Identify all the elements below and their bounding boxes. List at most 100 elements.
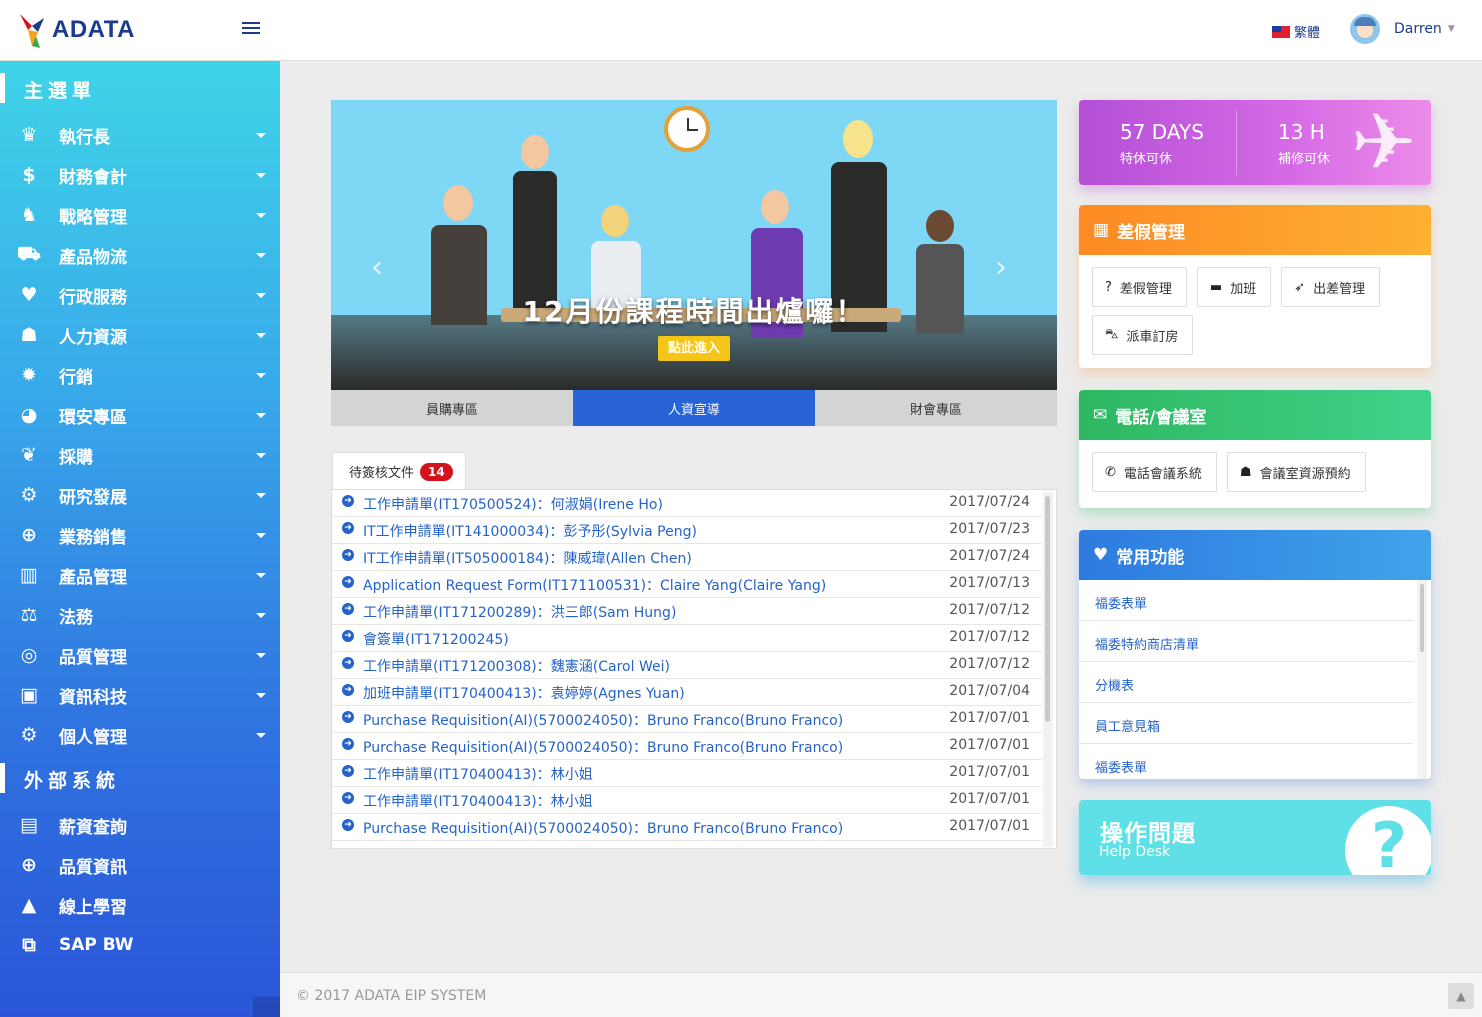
document-link[interactable]: 加班申請單(IT170400413)：袁婷婷(Agnes Yuan) bbox=[363, 683, 685, 703]
document-link[interactable]: IT工作申請單(IT505000184)：陳威瑋(Allen Chen) bbox=[363, 548, 692, 568]
carousel-prev-icon[interactable]: ‹ bbox=[371, 250, 383, 285]
document-date: 2017/07/01 bbox=[949, 737, 1030, 753]
sidebar-collapse-button[interactable] bbox=[253, 997, 280, 1017]
user-menu[interactable]: Darren ▼ bbox=[1350, 14, 1455, 44]
document-row[interactable]: ➜ Purchase Requisition(AI)(5700024050)：Br… bbox=[332, 814, 1042, 841]
back-to-top-button[interactable]: ▲ bbox=[1448, 983, 1474, 1009]
favorite-link[interactable]: 福委表單 bbox=[1079, 744, 1413, 779]
taiwan-flag-icon bbox=[1272, 25, 1290, 38]
document-link[interactable]: 工作申請單(IT171200308)：魏憲涵(Carol Wei) bbox=[363, 656, 670, 676]
caret-down-icon bbox=[256, 293, 266, 298]
carousel-tab[interactable]: 人資宣導 bbox=[573, 390, 815, 426]
button-car[interactable]: ⛍ 派車訂房 bbox=[1092, 315, 1194, 355]
phone-icon: ✆ bbox=[1105, 464, 1116, 480]
banner-carousel[interactable]: ‹ › 12月份課程時間出爐囉！ 點此進入 bbox=[331, 100, 1057, 390]
document-date: 2017/07/04 bbox=[949, 683, 1030, 699]
arrow-circle-right-icon: ➜ bbox=[342, 549, 354, 561]
document-row[interactable]: ➜ Purchase Requisition(AI)(5700024050)：Br… bbox=[332, 733, 1042, 760]
document-row[interactable]: ➜ Application Request Form(IT171100531)：C… bbox=[332, 571, 1042, 598]
footer: © 2017 ADATA EIP SYSTEM bbox=[280, 972, 1482, 1017]
chess-knight-icon: ♞ bbox=[20, 204, 38, 226]
sidebar-item[interactable]: ▤ 薪資查詢 bbox=[0, 805, 280, 845]
document-link[interactable]: Purchase Requisition(AI)(5700024050)：Bru… bbox=[363, 737, 843, 757]
sidebar-item[interactable]: ⊕ 品質資訊 bbox=[0, 845, 280, 885]
document-date: 2017/07/24 bbox=[949, 548, 1030, 564]
sidebar-item[interactable]: ⚖ 法務 bbox=[0, 595, 280, 635]
sidebar-item-label: 業務銷售 bbox=[59, 527, 127, 548]
tab-pending-documents[interactable]: 待簽核文件 14 bbox=[332, 452, 466, 490]
sidebar-item[interactable]: ⧉ SAP BW bbox=[0, 925, 280, 965]
sidebar-item[interactable]: ☗ 人力資源 bbox=[0, 315, 280, 355]
sidebar-item[interactable]: ♥ 行政服務 bbox=[0, 275, 280, 315]
sidebar-item-label: 執行長 bbox=[59, 127, 110, 148]
favorite-link[interactable]: 員工意見箱 bbox=[1079, 703, 1413, 744]
document-row[interactable]: ➜ 工作申請單(IT171200308)：魏憲涵(Carol Wei) 2017/0… bbox=[332, 652, 1042, 679]
carousel-tab[interactable]: 員購專區 bbox=[331, 390, 573, 426]
sidebar-item[interactable]: ◎ 品質管理 bbox=[0, 635, 280, 675]
document-row[interactable]: ➜ 會簽單(IT171200245) 2017/07/12 bbox=[332, 625, 1042, 652]
button-label: 出差管理 bbox=[1313, 281, 1366, 297]
sidebar-item-label: 產品物流 bbox=[59, 247, 127, 268]
arrow-circle-right-icon: ➜ bbox=[342, 657, 354, 669]
sidebar-item[interactable]: ❦ 採購 bbox=[0, 435, 280, 475]
favorite-link[interactable]: 福委特約商店清單 bbox=[1079, 621, 1413, 662]
card-title: 差假管理 bbox=[1117, 222, 1186, 243]
sidebar-item[interactable]: ♛ 執行長 bbox=[0, 115, 280, 155]
carousel-tab[interactable]: 財會專區 bbox=[815, 390, 1057, 426]
sidebar-item[interactable]: ▣ 資訊科技 bbox=[0, 675, 280, 715]
card-title: 常用功能 bbox=[1116, 547, 1185, 568]
users-icon: ☗ bbox=[20, 324, 38, 346]
document-link[interactable]: Purchase Requisition(AI)(5700024050)：Bru… bbox=[363, 818, 843, 838]
sidebar-item[interactable]: ⚙ 研究發展 bbox=[0, 475, 280, 515]
sidebar-item[interactable]: ⛟ 產品物流 bbox=[0, 235, 280, 275]
banner-title: 12月份課程時間出爐囉！ bbox=[522, 295, 866, 328]
carousel-next-icon[interactable]: › bbox=[995, 250, 1007, 285]
button-rocket[interactable]: ➶ 出差管理 bbox=[1281, 267, 1381, 307]
copyright: © 2017 ADATA EIP SYSTEM bbox=[296, 988, 487, 1004]
document-link[interactable]: 工作申請單(IT170400413)：林小姐 bbox=[363, 764, 593, 784]
sidebar-item[interactable]: ◕ 環安專區 bbox=[0, 395, 280, 435]
document-row[interactable]: ➜ 工作申請單(IT170400413)：林小姐 2017/07/01 bbox=[332, 787, 1042, 814]
button-briefcase[interactable]: ▬ 加班 bbox=[1196, 267, 1272, 307]
adata-logo[interactable]: ADATA bbox=[18, 8, 135, 52]
caret-down-icon bbox=[256, 533, 266, 538]
sidebar-item[interactable]: ⚙ 個人管理 bbox=[0, 715, 280, 755]
document-link[interactable]: 工作申請單(IT170500524)：何淑娟(Irene Ho) bbox=[363, 494, 663, 514]
windows-icon: ⧉ bbox=[22, 934, 36, 956]
sidebar-item[interactable]: ▲ 線上學習 bbox=[0, 885, 280, 925]
button-phone[interactable]: ✆ 電話會議系統 bbox=[1092, 452, 1217, 492]
help-desk-card[interactable]: 操作問題 Help Desk ? bbox=[1079, 800, 1431, 875]
sidebar-item[interactable]: ✹ 行銷 bbox=[0, 355, 280, 395]
document-row[interactable]: ➜ 工作申請單(IT170500524)：何淑娟(Irene Ho) 2017/07… bbox=[332, 490, 1042, 517]
favorites-scrollbar[interactable] bbox=[1417, 580, 1427, 779]
document-link[interactable]: 會簽單(IT171200245) bbox=[363, 629, 509, 649]
graduation-cap-icon: ▲ bbox=[21, 894, 37, 916]
document-row[interactable]: ➜ IT工作申請單(IT141000034)：彭予彤(Sylvia Peng) 20… bbox=[332, 517, 1042, 544]
sidebar-item[interactable]: ▥ 產品管理 bbox=[0, 555, 280, 595]
banner-enter-button[interactable]: 點此進入 bbox=[658, 336, 730, 361]
document-link[interactable]: IT工作申請單(IT141000034)：彭予彤(Sylvia Peng) bbox=[363, 521, 697, 541]
document-row[interactable]: ➜ IT工作申請單(IT505000184)：陳威瑋(Allen Chen) 201… bbox=[332, 544, 1042, 571]
sidebar-item[interactable]: $ 財務會計 bbox=[0, 155, 280, 195]
document-link[interactable]: Application Request Form(IT171100531)：Cl… bbox=[363, 575, 826, 595]
clock-illustration bbox=[664, 106, 710, 152]
favorite-link[interactable]: 福委表單 bbox=[1079, 580, 1413, 621]
documents-scrollbar[interactable] bbox=[1043, 492, 1053, 847]
button-users[interactable]: ☗ 會議室資源預約 bbox=[1226, 452, 1366, 492]
document-row[interactable]: ➜ 加班申請單(IT170400413)：袁婷婷(Agnes Yuan) 2017/… bbox=[332, 679, 1042, 706]
sidebar-item[interactable]: ⊕ 業務銷售 bbox=[0, 515, 280, 555]
document-link[interactable]: Purchase Requisition(AI)(5700024050)：Bru… bbox=[363, 710, 843, 730]
document-link[interactable]: 工作申請單(IT171200289)：洪三郎(Sam Hung) bbox=[363, 602, 676, 622]
document-link[interactable]: 工作申請單(IT170400413)：林小姐 bbox=[363, 791, 593, 811]
document-row[interactable]: ➜ 工作申請單(IT170400413)：林小姐 2017/07/01 bbox=[332, 760, 1042, 787]
favorite-link[interactable]: 分機表 bbox=[1079, 662, 1413, 703]
menu-toggle-icon[interactable] bbox=[242, 22, 260, 36]
plant-icon: ❦ bbox=[21, 444, 37, 466]
document-row[interactable]: ➜ Purchase Requisition(AI)(5700024050)：Br… bbox=[332, 706, 1042, 733]
button-question-circle[interactable]: ? 差假管理 bbox=[1092, 267, 1187, 307]
sidebar-item[interactable]: ♞ 戰略管理 bbox=[0, 195, 280, 235]
special-leave-value: 57 DAYS bbox=[1120, 120, 1204, 144]
language-switch[interactable]: 繁體 bbox=[1272, 22, 1320, 41]
document-row[interactable]: ➜ 工作申請單(IT171200289)：洪三郎(Sam Hung) 2017/07… bbox=[332, 598, 1042, 625]
rocket-icon: ➶ bbox=[1294, 279, 1306, 295]
